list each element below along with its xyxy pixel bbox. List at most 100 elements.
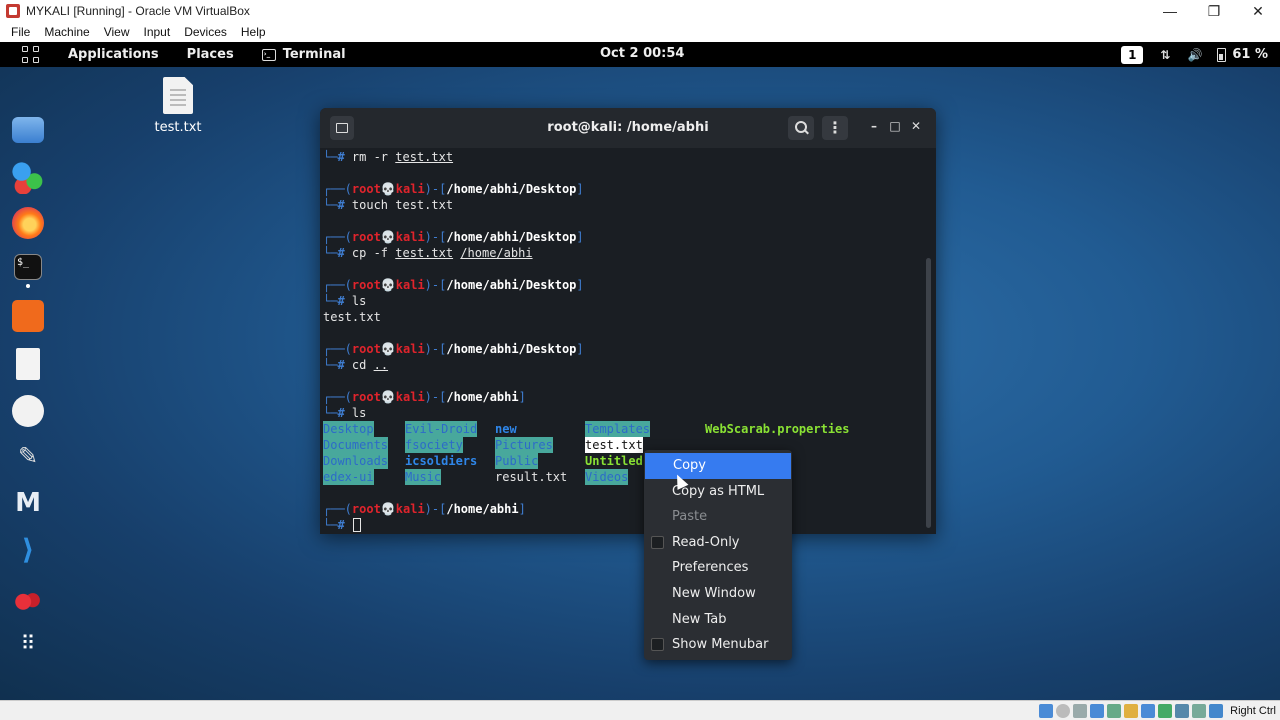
menu-item-paste: Paste bbox=[672, 509, 708, 525]
places-menu[interactable]: Places bbox=[187, 47, 234, 62]
ls-entry: Pictures bbox=[495, 437, 553, 453]
menu-help[interactable]: Help bbox=[234, 25, 273, 39]
applications-menu[interactable]: Applications bbox=[68, 47, 159, 62]
maltego-icon[interactable] bbox=[12, 395, 44, 427]
menu-item-show-menubar[interactable]: Show Menubar bbox=[644, 632, 792, 658]
cherrytree-icon[interactable] bbox=[12, 581, 44, 613]
guest-screen: Applications Places ›_ Terminal Oct 2 00… bbox=[0, 42, 1280, 700]
terminal-minimize-button[interactable]: – bbox=[866, 119, 882, 133]
battery-percent: 61 % bbox=[1232, 47, 1268, 62]
audio-icon[interactable] bbox=[1073, 703, 1088, 718]
terminal-app-menu[interactable]: ›_ Terminal bbox=[261, 47, 346, 62]
display-icon[interactable] bbox=[1141, 703, 1156, 718]
terminal-window[interactable]: root@kali: /home/abhi ⋮ – □ ✕ └─# rm -r … bbox=[320, 108, 936, 534]
gnome-topbar: Applications Places ›_ Terminal Oct 2 00… bbox=[0, 42, 1280, 67]
menu-item-copy-as-html[interactable]: Copy as HTML bbox=[644, 479, 792, 505]
system-tray: 1 ⇅ 🔊 61 % bbox=[1121, 42, 1268, 67]
restore-button[interactable]: ❐ bbox=[1192, 3, 1236, 20]
terminal-line: └─# rm -r test.txt bbox=[323, 150, 454, 164]
show-apps-icon[interactable]: ⠿ bbox=[12, 627, 44, 659]
menu-item-new-tab[interactable]: New Tab bbox=[644, 607, 792, 633]
close-button[interactable]: ✕ bbox=[1236, 3, 1280, 20]
desktop-file-icon[interactable]: test.txt bbox=[150, 77, 206, 135]
ls-entry: fsociety bbox=[405, 437, 463, 453]
workspace-indicator[interactable]: 1 bbox=[1121, 45, 1144, 64]
prompt-line: ┌──(root💀kali)-[/home/abhi/Desktop] bbox=[323, 182, 584, 196]
vscode-icon[interactable]: ⟩ bbox=[12, 534, 44, 566]
network-icon[interactable]: ⇅ bbox=[1157, 48, 1173, 62]
metasploit-icon[interactable]: M bbox=[12, 487, 44, 519]
ls-entry: Videos bbox=[585, 469, 629, 485]
ls-entry: Downloads bbox=[323, 453, 389, 469]
recording-icon[interactable] bbox=[1158, 703, 1173, 718]
vbox-titlebar: MYKALI [Running] - Oracle VM VirtualBox … bbox=[0, 0, 1280, 22]
app-bubbles-icon[interactable] bbox=[12, 162, 44, 194]
context-menu: Copy Copy as HTML Paste Read-Only Prefer… bbox=[644, 450, 792, 660]
text-cursor bbox=[353, 518, 361, 532]
ls-entry-selected: test.txt bbox=[585, 437, 643, 453]
menu-devices[interactable]: Devices bbox=[177, 25, 234, 39]
files-icon[interactable] bbox=[12, 117, 44, 143]
menu-view[interactable]: View bbox=[97, 25, 137, 39]
menu-item-preferences[interactable]: Preferences bbox=[644, 555, 792, 581]
prompt-line: ┌──(root💀kali)-[/home/abhi/Desktop] bbox=[323, 230, 584, 244]
battery-icon bbox=[1217, 47, 1227, 62]
shared-folders-icon[interactable] bbox=[1124, 703, 1139, 718]
hard-disk-icon[interactable] bbox=[1039, 703, 1054, 718]
menu-item-copy[interactable]: Copy bbox=[645, 453, 791, 479]
menu-input[interactable]: Input bbox=[137, 25, 178, 39]
menu-item-read-only[interactable]: Read-Only bbox=[644, 530, 792, 556]
terminal-output-line: test.txt bbox=[323, 310, 381, 324]
terminal-dock-icon[interactable]: $_ bbox=[14, 254, 42, 280]
terminal-line: └─# cd .. bbox=[323, 358, 389, 372]
minimize-button[interactable]: — bbox=[1148, 3, 1192, 19]
app-grid-icon[interactable] bbox=[22, 45, 40, 64]
usb-icon[interactable] bbox=[1107, 703, 1122, 718]
vbox-menubar: File Machine View Input Devices Help bbox=[0, 22, 1280, 42]
prompt-line: ┌──(root💀kali)-[/home/abhi] bbox=[323, 502, 526, 516]
cpu-icon[interactable] bbox=[1175, 703, 1190, 718]
terminal-icon: ›_ bbox=[261, 48, 276, 61]
optical-drive-icon[interactable] bbox=[1056, 703, 1071, 718]
dock: $_ ✎ M ⟩ ⠿ bbox=[0, 67, 56, 700]
prompt-line: ┌──(root💀kali)-[/home/abhi] bbox=[323, 390, 526, 404]
menu-button[interactable]: ⋮ bbox=[822, 116, 848, 140]
mouse-integration-icon[interactable] bbox=[1192, 703, 1207, 718]
terminal-line: └─# bbox=[323, 518, 352, 532]
ls-entry: new bbox=[495, 422, 517, 436]
virtualbox-icon bbox=[6, 4, 20, 18]
terminal-scrollbar[interactable] bbox=[926, 258, 931, 528]
show-menubar-checkbox[interactable] bbox=[651, 638, 664, 652]
terminal-headerbar[interactable]: root@kali: /home/abhi ⋮ – □ ✕ bbox=[320, 108, 936, 148]
menu-file[interactable]: File bbox=[4, 25, 37, 39]
clock[interactable]: Oct 2 00:54 bbox=[600, 46, 684, 61]
terminal-line: └─# ls bbox=[323, 406, 367, 420]
terminal-line: └─# ls bbox=[323, 294, 367, 308]
battery-indicator[interactable]: 61 % bbox=[1217, 47, 1268, 62]
terminal-app-label: Terminal bbox=[282, 47, 346, 62]
menu-machine[interactable]: Machine bbox=[37, 25, 96, 39]
terminal-maximize-button[interactable]: □ bbox=[887, 119, 903, 133]
terminal-close-button[interactable]: ✕ bbox=[908, 119, 924, 133]
ls-entry: edex-ui bbox=[323, 469, 374, 485]
host-key-label: Right Ctrl bbox=[1230, 704, 1276, 717]
burpsuite-icon[interactable] bbox=[12, 300, 44, 332]
keyboard-icon[interactable] bbox=[1209, 703, 1224, 718]
text-editor-icon[interactable] bbox=[16, 348, 40, 380]
kali-dragon-icon[interactable]: ✎ bbox=[12, 442, 44, 474]
firefox-icon[interactable] bbox=[12, 207, 44, 239]
prompt-line: ┌──(root💀kali)-[/home/abhi/Desktop] bbox=[323, 278, 584, 292]
search-button[interactable] bbox=[788, 116, 814, 140]
ls-entry: Untitled bbox=[585, 454, 643, 468]
volume-icon[interactable]: 🔊 bbox=[1187, 48, 1203, 62]
read-only-checkbox[interactable] bbox=[651, 535, 664, 549]
ls-entry: result.txt bbox=[495, 470, 568, 484]
new-tab-icon bbox=[336, 123, 348, 133]
new-tab-button[interactable] bbox=[330, 116, 354, 140]
network-adapter-icon[interactable] bbox=[1090, 703, 1105, 718]
ls-entry: WebScarab.properties bbox=[705, 422, 850, 436]
menu-item-new-window[interactable]: New Window bbox=[644, 581, 792, 607]
terminal-output[interactable]: └─# rm -r test.txt ┌──(root💀kali)-[/home… bbox=[323, 148, 923, 534]
prompt-line: ┌──(root💀kali)-[/home/abhi/Desktop] bbox=[323, 342, 584, 356]
ls-entry: Templates bbox=[585, 421, 651, 437]
